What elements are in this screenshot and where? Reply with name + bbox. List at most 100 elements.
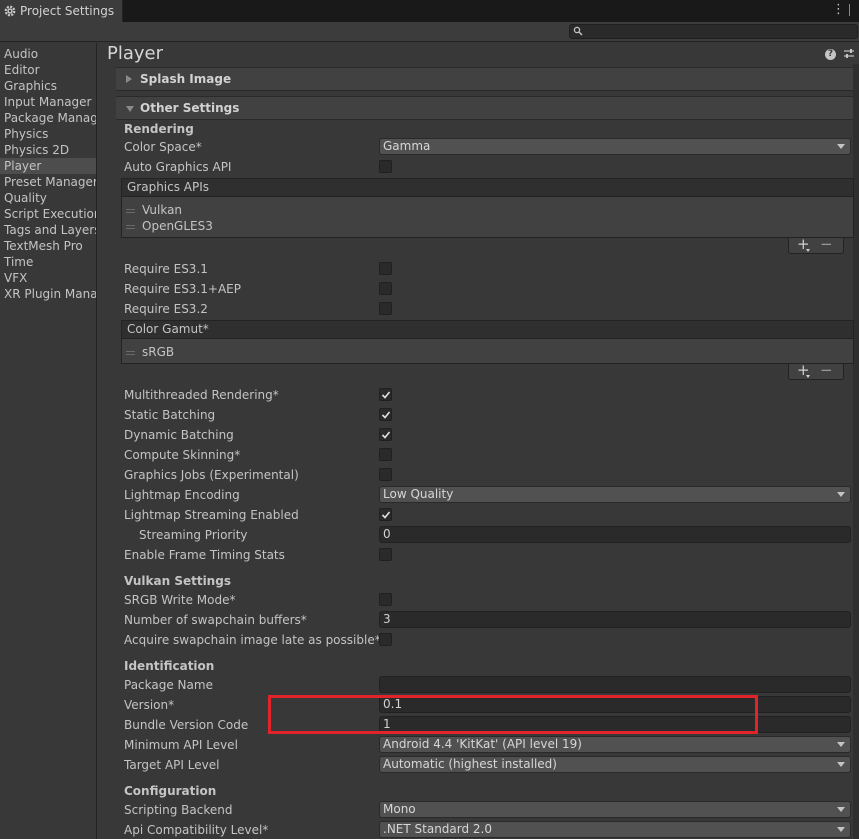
list-item[interactable]: OpenGLES3: [142, 218, 213, 234]
kebab-menu-icon[interactable]: ⋮: [832, 3, 845, 17]
bundle-version-code-label: Bundle Version Code: [124, 718, 249, 732]
acquire-late-label: Acquire swapchain image late as possible…: [124, 633, 381, 647]
graphics-jobs-checkbox[interactable]: [379, 468, 392, 481]
target-api-level-label: Target API Level: [124, 758, 220, 772]
scripting-backend-value: Mono: [383, 802, 416, 816]
list-item[interactable]: sRGB: [142, 344, 174, 360]
require-es32-label: Require ES3.2: [124, 302, 208, 316]
require-es31-checkbox[interactable]: [379, 262, 392, 275]
frame-timing-stats-checkbox[interactable]: [379, 548, 392, 561]
foldout-expanded-icon: [126, 106, 134, 112]
checkmark-icon: [381, 511, 391, 519]
version-label: Version*: [124, 698, 175, 712]
foldout-collapsed-icon: [126, 75, 132, 83]
sidebar-item-input-manager[interactable]: Input Manager: [0, 94, 96, 110]
search-icon: [573, 26, 583, 36]
swapchain-buffers-field[interactable]: 3: [379, 611, 851, 628]
gear-icon: [4, 5, 16, 17]
sidebar-item-graphics[interactable]: Graphics: [0, 78, 96, 94]
checkmark-icon: [381, 411, 391, 419]
compute-skinning-checkbox[interactable]: [379, 448, 392, 461]
api-compatibility-level-label: Api Compatibility Level*: [124, 823, 269, 837]
require-es31-label: Require ES3.1: [124, 262, 208, 276]
highlight-annotation: [268, 695, 758, 734]
acquire-late-checkbox[interactable]: [379, 633, 392, 646]
lightmap-encoding-value: Low Quality: [383, 487, 454, 501]
sidebar-item-quality[interactable]: Quality: [0, 190, 96, 206]
checkmark-icon: [381, 431, 391, 439]
tab-title: Project Settings: [20, 4, 115, 18]
graphics-apis-list-footer: + −: [788, 236, 844, 254]
target-api-level-dropdown[interactable]: Automatic (highest installed): [379, 756, 851, 773]
vulkan-settings-header: Vulkan Settings: [124, 574, 231, 588]
sidebar-item-audio[interactable]: Audio: [0, 46, 96, 62]
sidebar-item-vfx[interactable]: VFX: [0, 270, 96, 286]
drag-handle-icon[interactable]: [126, 209, 135, 213]
page-title: Player: [107, 43, 164, 64]
streaming-priority-label: Streaming Priority: [139, 528, 248, 542]
chevron-down-icon: [837, 492, 845, 497]
minimum-api-level-value: Android 4.4 'KitKat' (API level 19): [383, 737, 582, 751]
color-gamut-list: sRGB: [121, 339, 854, 364]
package-name-label: Package Name: [124, 678, 213, 692]
require-es32-checkbox[interactable]: [379, 302, 392, 315]
auto-graphics-api-label: Auto Graphics API: [124, 160, 232, 174]
sidebar-item-script-execution-order[interactable]: Script Execution Order: [0, 206, 96, 222]
sidebar-item-physics[interactable]: Physics: [0, 126, 96, 142]
scripting-backend-dropdown[interactable]: Mono: [379, 801, 851, 818]
sidebar-item-package-manager[interactable]: Package Manager: [0, 110, 96, 126]
sidebar-item-time[interactable]: Time: [0, 254, 96, 270]
compute-skinning-label: Compute Skinning*: [124, 448, 241, 462]
swapchain-buffers-label: Number of swapchain buffers*: [124, 613, 307, 627]
dynamic-batching-checkbox[interactable]: [379, 428, 392, 441]
color-space-dropdown[interactable]: Gamma: [379, 138, 851, 155]
lightmap-streaming-checkbox[interactable]: [379, 508, 392, 521]
remove-item-icon[interactable]: −: [820, 362, 833, 378]
other-settings-foldout[interactable]: Other Settings: [116, 96, 853, 120]
rendering-header: Rendering: [124, 122, 194, 136]
window-edge-icon: [849, 4, 857, 16]
api-compatibility-level-value: .NET Standard 2.0: [383, 822, 493, 836]
drag-handle-icon[interactable]: [126, 351, 135, 355]
graphics-apis-list-header: Graphics APIs: [121, 178, 854, 197]
require-es31-aep-checkbox[interactable]: [379, 282, 392, 295]
add-dropdown-caret-icon: [806, 249, 810, 252]
sidebar-item-preset-manager[interactable]: Preset Manager: [0, 174, 96, 190]
project-settings-tab[interactable]: Project Settings: [0, 0, 123, 22]
toolbar: [0, 22, 859, 42]
sidebar-item-tags-and-layers[interactable]: Tags and Layers: [0, 222, 96, 238]
static-batching-checkbox[interactable]: [379, 408, 392, 421]
splash-image-foldout[interactable]: Splash Image: [116, 67, 853, 91]
package-name-field[interactable]: [379, 676, 851, 693]
sidebar-item-player[interactable]: Player: [0, 158, 96, 174]
auto-graphics-api-checkbox[interactable]: [379, 160, 392, 173]
srgb-write-mode-checkbox[interactable]: [379, 593, 392, 606]
target-api-level-value: Automatic (highest installed): [383, 757, 557, 771]
sidebar-item-editor[interactable]: Editor: [0, 62, 96, 78]
color-space-value: Gamma: [383, 139, 431, 153]
minimum-api-level-dropdown[interactable]: Android 4.4 'KitKat' (API level 19): [379, 736, 851, 753]
lightmap-encoding-dropdown[interactable]: Low Quality: [379, 486, 851, 503]
list-item[interactable]: Vulkan: [142, 202, 182, 218]
settings-sidebar: Audio Editor Graphics Input Manager Pack…: [0, 43, 97, 839]
other-settings-label: Other Settings: [140, 101, 240, 115]
sidebar-item-xr-plugin-management[interactable]: XR Plugin Management: [0, 286, 96, 302]
minimum-api-level-label: Minimum API Level: [124, 738, 238, 752]
graphics-apis-list: Vulkan OpenGLES3: [121, 197, 854, 238]
search-input[interactable]: [569, 24, 858, 39]
sidebar-item-textmesh-pro[interactable]: TextMesh Pro: [0, 238, 96, 254]
api-compatibility-level-dropdown[interactable]: .NET Standard 2.0: [379, 821, 851, 838]
help-icon[interactable]: ?: [825, 49, 836, 60]
lightmap-encoding-label: Lightmap Encoding: [124, 488, 240, 502]
chevron-down-icon: [837, 807, 845, 812]
sidebar-item-physics-2d[interactable]: Physics 2D: [0, 142, 96, 158]
remove-item-icon[interactable]: −: [820, 236, 833, 252]
streaming-priority-field[interactable]: 0: [379, 526, 851, 543]
chevron-down-icon: [837, 762, 845, 767]
srgb-write-mode-label: SRGB Write Mode*: [124, 593, 236, 607]
identification-header: Identification: [124, 659, 215, 673]
drag-handle-icon[interactable]: [126, 225, 135, 229]
preset-sliders-icon[interactable]: [843, 48, 855, 60]
checkmark-icon: [381, 391, 391, 399]
multithreaded-rendering-checkbox[interactable]: [379, 388, 392, 401]
